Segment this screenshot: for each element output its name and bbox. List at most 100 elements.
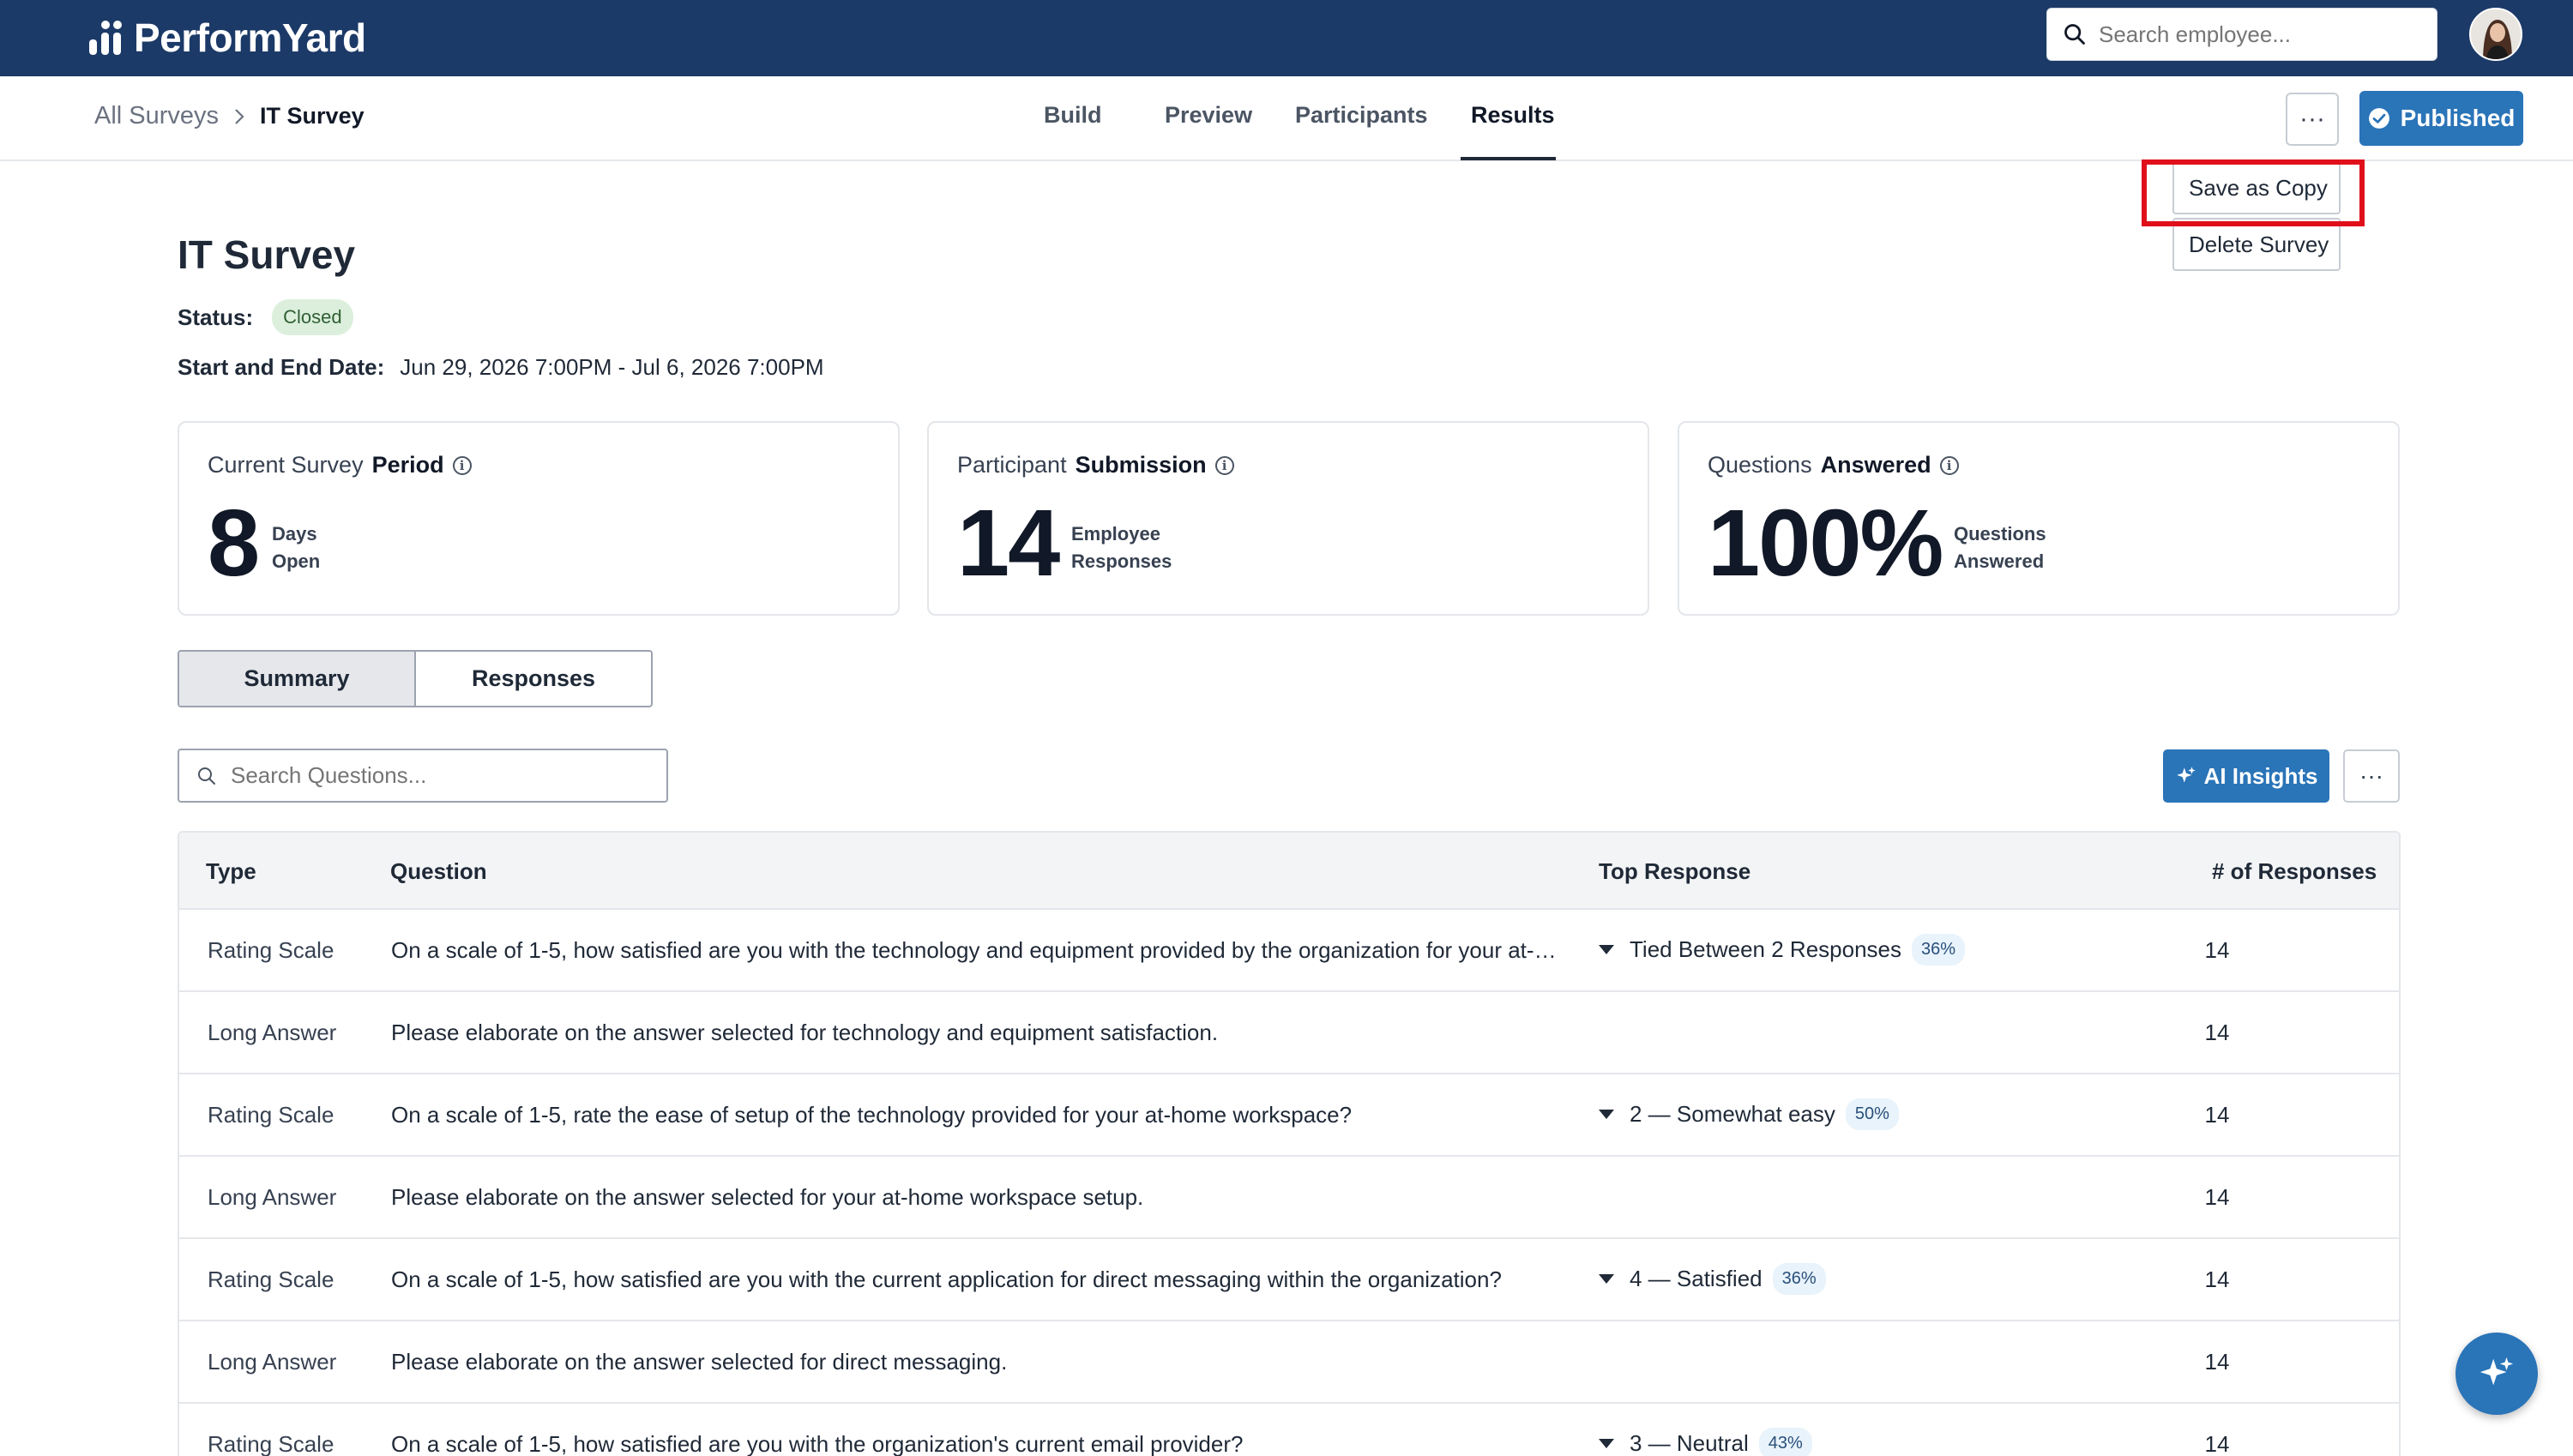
sparkle-icon [2480, 1357, 2514, 1386]
caret-down-icon [1599, 1274, 1614, 1284]
row-question[interactable]: Please elaborate on the answer selected … [391, 1020, 1568, 1046]
row-top-response[interactable]: 3 — Neutral 43% [1599, 1428, 1812, 1456]
table-header: Type Question Top Response # of Response… [179, 833, 2399, 910]
stat-sub-line-1: Days [272, 523, 317, 544]
ai-insights-label: AI Insights [2203, 762, 2318, 789]
employee-search[interactable] [2046, 8, 2437, 61]
search-icon [198, 767, 215, 785]
caret-down-icon [1599, 1439, 1614, 1448]
stat-subtitle: Days Open [272, 520, 320, 575]
chevron-right-icon [235, 108, 244, 124]
row-type: Long Answer [208, 1184, 337, 1210]
sparkle-icon [2176, 767, 2196, 783]
row-response-count: 14 [2204, 1266, 2230, 1292]
stat-sub-line-2: Responses [1071, 551, 1172, 572]
responses-toggle-button[interactable]: Responses [416, 652, 651, 706]
row-response-count: 14 [2204, 1431, 2230, 1456]
status-row: Status: Closed [178, 299, 353, 335]
row-top-response-label: 3 — Neutral [1630, 1430, 1749, 1456]
more-options-button[interactable]: ··· [2286, 93, 2339, 146]
stat-card-title: Questions Answered i [1708, 452, 1959, 478]
tab-build[interactable]: Build [1044, 102, 1102, 129]
table-row[interactable]: Long Answer Please elaborate on the answ… [179, 1321, 2399, 1404]
performyard-logo[interactable]: PerformYard [86, 12, 366, 63]
stat-title-plain: Current Survey [208, 452, 364, 478]
row-type: Rating Scale [208, 1431, 334, 1456]
table-row[interactable]: Rating Scale On a scale of 1-5, how sati… [179, 1404, 2399, 1456]
tab-results[interactable]: Results [1471, 102, 1555, 129]
table-row[interactable]: Rating Scale On a scale of 1-5, how sati… [179, 910, 2399, 992]
user-avatar[interactable] [2469, 8, 2522, 61]
status-label: Status: [178, 304, 254, 330]
stat-title-plain: Participant [957, 452, 1067, 478]
row-question[interactable]: Please elaborate on the answer selected … [391, 1184, 1568, 1211]
table-row[interactable]: Long Answer Please elaborate on the answ… [179, 992, 2399, 1074]
row-response-count: 14 [2204, 1020, 2230, 1045]
summary-toggle-button[interactable]: Summary [179, 652, 416, 706]
published-button[interactable]: Published [2359, 91, 2523, 146]
stat-card-title: Current Survey Period i [208, 452, 472, 478]
employee-search-input[interactable] [2099, 21, 2425, 48]
survey-subnav: All Surveys IT Survey Build Preview Part… [0, 76, 2573, 161]
stat-card-participant-submission: Participant Submission i 14 Employee Resp… [927, 421, 1649, 616]
table-row[interactable]: Long Answer Please elaborate on the answ… [179, 1157, 2399, 1239]
row-top-response-label: 2 — Somewhat easy [1630, 1101, 1835, 1127]
column-header-top-response: Top Response [1599, 858, 1751, 884]
breadcrumb: All Surveys IT Survey [94, 102, 365, 130]
table-more-options-button[interactable]: ··· [2343, 749, 2400, 803]
view-toggle: Summary Responses [178, 650, 653, 707]
info-icon[interactable]: i [452, 455, 472, 475]
stat-subtitle: Questions Answered [1954, 520, 2046, 575]
column-header-response-count: # of Responses [2212, 858, 2377, 884]
row-response-count: 14 [2204, 1102, 2230, 1128]
stat-sub-line-2: Answered [1954, 551, 2045, 572]
row-response-count: 14 [2204, 1349, 2230, 1375]
info-icon[interactable]: i [1939, 455, 1959, 475]
tab-participants[interactable]: Participants [1295, 102, 1428, 129]
status-badge: Closed [272, 299, 353, 335]
more-options-label: ··· [2299, 105, 2325, 133]
row-type: Rating Scale [208, 937, 334, 963]
row-question[interactable]: Please elaborate on the answer selected … [391, 1349, 1568, 1375]
row-top-response-label: 4 — Satisfied [1630, 1266, 1763, 1291]
row-top-response-label: Tied Between 2 Responses [1630, 936, 1902, 962]
row-question[interactable]: On a scale of 1-5, how satisfied are you… [391, 937, 1568, 964]
save-as-copy-highlight [2142, 159, 2365, 226]
row-top-response-percent: 43% [1758, 1428, 1812, 1456]
breadcrumb-all-surveys[interactable]: All Surveys [94, 102, 219, 130]
published-label: Published [2400, 105, 2516, 131]
column-header-type: Type [206, 858, 256, 884]
row-top-response[interactable]: 4 — Satisfied 36% [1599, 1263, 1826, 1295]
caret-down-icon [1599, 945, 1614, 954]
active-tab-indicator [1461, 157, 1556, 160]
stat-title-bold: Answered [1820, 452, 1931, 478]
stat-sub-line-1: Employee [1071, 523, 1160, 544]
stat-subtitle: Employee Responses [1071, 520, 1172, 575]
stat-card-questions-answered: Questions Answered i 100% Questions Answe… [1678, 421, 2400, 616]
stat-value: 14 [957, 490, 1060, 596]
stat-title-bold: Period [371, 452, 444, 478]
table-row[interactable]: Rating Scale On a scale of 1-5, how sati… [179, 1239, 2399, 1321]
table-more-options-label: ··· [2359, 762, 2383, 789]
row-top-response[interactable]: Tied Between 2 Responses 36% [1599, 934, 1966, 966]
ai-assistant-fab[interactable] [2455, 1333, 2538, 1415]
ai-insights-button[interactable]: AI Insights [2163, 749, 2329, 803]
logo-mark-icon [86, 17, 127, 58]
menu-item-delete-survey-label: Delete Survey [2189, 231, 2329, 257]
search-icon [2064, 24, 2085, 45]
question-search[interactable] [178, 749, 668, 803]
row-type: Rating Scale [208, 1102, 334, 1128]
row-question[interactable]: On a scale of 1-5, how satisfied are you… [391, 1266, 1568, 1293]
question-search-input[interactable] [231, 762, 642, 789]
row-question[interactable]: On a scale of 1-5, rate the ease of setu… [391, 1102, 1568, 1128]
tab-preview[interactable]: Preview [1165, 102, 1252, 129]
table-row[interactable]: Rating Scale On a scale of 1-5, rate the… [179, 1074, 2399, 1157]
row-top-response-percent: 36% [1912, 934, 1966, 966]
row-question[interactable]: On a scale of 1-5, how satisfied are you… [391, 1431, 1568, 1456]
info-icon[interactable]: i [1214, 455, 1234, 475]
breadcrumb-current: IT Survey [260, 103, 365, 129]
row-type: Long Answer [208, 1020, 337, 1045]
user-avatar-image [2471, 9, 2521, 59]
row-top-response[interactable]: 2 — Somewhat easy 50% [1599, 1098, 1899, 1130]
stat-card-title: Participant Submission i [957, 452, 1234, 478]
